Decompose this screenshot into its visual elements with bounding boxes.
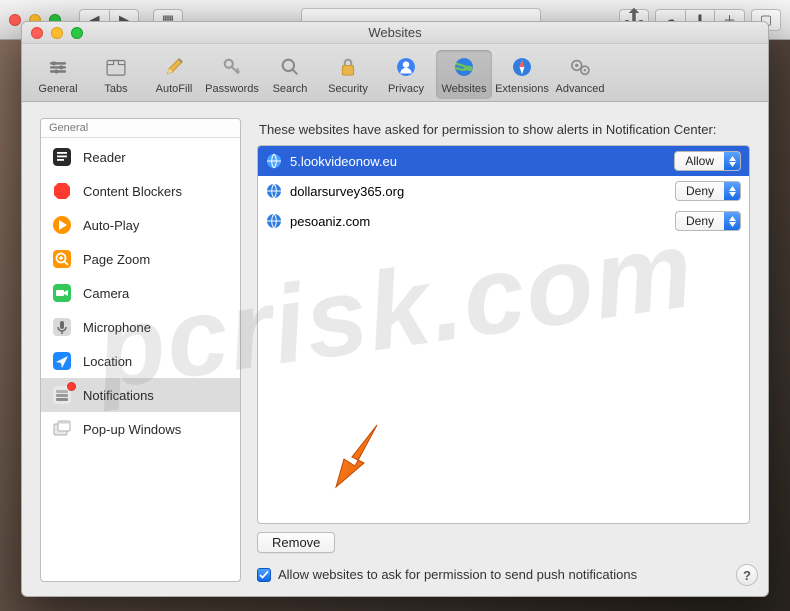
zoom-icon [51, 248, 73, 270]
help-button[interactable]: ? [736, 564, 758, 586]
chevron-updown-icon [724, 212, 740, 230]
permission-value: Allow [675, 154, 724, 168]
chevron-updown-icon [724, 182, 740, 200]
preferences-toolbar: General Tabs AutoFill Passwords Search [22, 44, 768, 102]
tab-websites[interactable]: Websites [436, 50, 492, 99]
globe-icon [266, 153, 282, 169]
site-row[interactable]: dollarsurvey365.org Deny [258, 176, 749, 206]
permission-select[interactable]: Allow [674, 151, 741, 171]
tab-tabs[interactable]: Tabs [88, 50, 144, 99]
sidebar-item-label: Page Zoom [83, 252, 150, 267]
allow-checkbox-row: Allow websites to ask for permission to … [257, 567, 750, 582]
tab-extensions[interactable]: Extensions [494, 50, 550, 99]
settings-sidebar: General Reader Content Blockers [40, 118, 241, 582]
tab-advanced[interactable]: Advanced [552, 50, 608, 99]
gear-icon [44, 53, 72, 81]
sidebar-item-label: Location [83, 354, 132, 369]
tab-search[interactable]: Search [262, 50, 318, 99]
compass-icon [508, 53, 536, 81]
tab-general[interactable]: General [30, 50, 86, 99]
permission-select[interactable]: Deny [675, 211, 741, 231]
tab-advanced-label: Advanced [556, 83, 605, 95]
preferences-window: Websites General Tabs AutoFill Passwords [21, 21, 769, 597]
tab-websites-label: Websites [441, 83, 486, 95]
sidebar-item-content-blockers[interactable]: Content Blockers [41, 174, 240, 208]
panel-header: These websites have asked for permission… [259, 122, 750, 137]
notification-badge [67, 382, 76, 391]
sidebar-item-label: Content Blockers [83, 184, 182, 199]
allow-checkbox-label: Allow websites to ask for permission to … [278, 567, 637, 582]
sidebar-item-popup-windows[interactable]: Pop-up Windows [41, 412, 240, 446]
reader-icon [51, 146, 73, 168]
tab-extensions-label: Extensions [495, 83, 549, 95]
tab-security-label: Security [328, 83, 368, 95]
sidebar-item-reader[interactable]: Reader [41, 140, 240, 174]
sidebar-header: General [41, 119, 240, 138]
site-domain: pesoaniz.com [290, 214, 667, 229]
permission-select[interactable]: Deny [675, 181, 741, 201]
tab-autofill-label: AutoFill [156, 83, 193, 95]
site-domain: 5.lookvideonow.eu [290, 154, 666, 169]
allow-checkbox[interactable] [257, 568, 271, 582]
sidebar-item-label: Camera [83, 286, 129, 301]
sidebar-item-location[interactable]: Location [41, 344, 240, 378]
stop-icon [51, 180, 73, 202]
sidebar-item-label: Reader [83, 150, 126, 165]
site-domain: dollarsurvey365.org [290, 184, 667, 199]
sidebar-list: Reader Content Blockers Auto-Play [41, 138, 240, 448]
remove-button[interactable]: Remove [257, 532, 335, 553]
sidebar-item-notifications[interactable]: Notifications [41, 378, 240, 412]
play-icon [51, 214, 73, 236]
sidebar-item-page-zoom[interactable]: Page Zoom [41, 242, 240, 276]
sidebar-item-auto-play[interactable]: Auto-Play [41, 208, 240, 242]
tab-privacy-label: Privacy [388, 83, 424, 95]
key-icon [218, 53, 246, 81]
websites-list: 5.lookvideonow.eu Allow dollarsurvey365.… [257, 145, 750, 524]
close-button[interactable] [31, 27, 43, 39]
chevron-updown-icon [724, 152, 740, 170]
permission-value: Deny [676, 184, 724, 198]
popup-icon [51, 418, 73, 440]
tab-passwords-label: Passwords [205, 83, 259, 95]
window-title: Websites [22, 25, 768, 40]
sidebar-item-camera[interactable]: Camera [41, 276, 240, 310]
sidebar-item-label: Notifications [83, 388, 154, 403]
microphone-icon [51, 316, 73, 338]
tabs-icon [102, 53, 130, 81]
tab-passwords[interactable]: Passwords [204, 50, 260, 99]
remove-row: Remove [257, 532, 750, 553]
window-titlebar: Websites [22, 22, 768, 44]
tab-search-label: Search [273, 83, 308, 95]
privacy-icon [392, 53, 420, 81]
tab-autofill[interactable]: AutoFill [146, 50, 202, 99]
pencil-icon [160, 53, 188, 81]
minimize-button[interactable] [51, 27, 63, 39]
sidebar-item-label: Microphone [83, 320, 151, 335]
globe-icon [450, 53, 478, 81]
site-row[interactable]: 5.lookvideonow.eu Allow [258, 146, 749, 176]
tab-security[interactable]: Security [320, 50, 376, 99]
site-row[interactable]: pesoaniz.com Deny [258, 206, 749, 236]
search-icon [276, 53, 304, 81]
bg-close-dot [9, 14, 21, 26]
location-icon [51, 350, 73, 372]
lock-icon [334, 53, 362, 81]
camera-icon [51, 282, 73, 304]
sidebar-item-label: Auto-Play [83, 218, 139, 233]
main-panel: These websites have asked for permission… [257, 118, 750, 582]
zoom-button[interactable] [71, 27, 83, 39]
traffic-lights [22, 27, 83, 39]
tab-general-label: General [38, 83, 77, 95]
globe-icon [266, 183, 282, 199]
permission-value: Deny [676, 214, 724, 228]
tab-privacy[interactable]: Privacy [378, 50, 434, 99]
sidebar-item-microphone[interactable]: Microphone [41, 310, 240, 344]
globe-icon [266, 213, 282, 229]
sidebar-item-label: Pop-up Windows [83, 422, 181, 437]
content-area: General Reader Content Blockers [22, 102, 768, 596]
gears-icon [566, 53, 594, 81]
tab-tabs-label: Tabs [104, 83, 127, 95]
